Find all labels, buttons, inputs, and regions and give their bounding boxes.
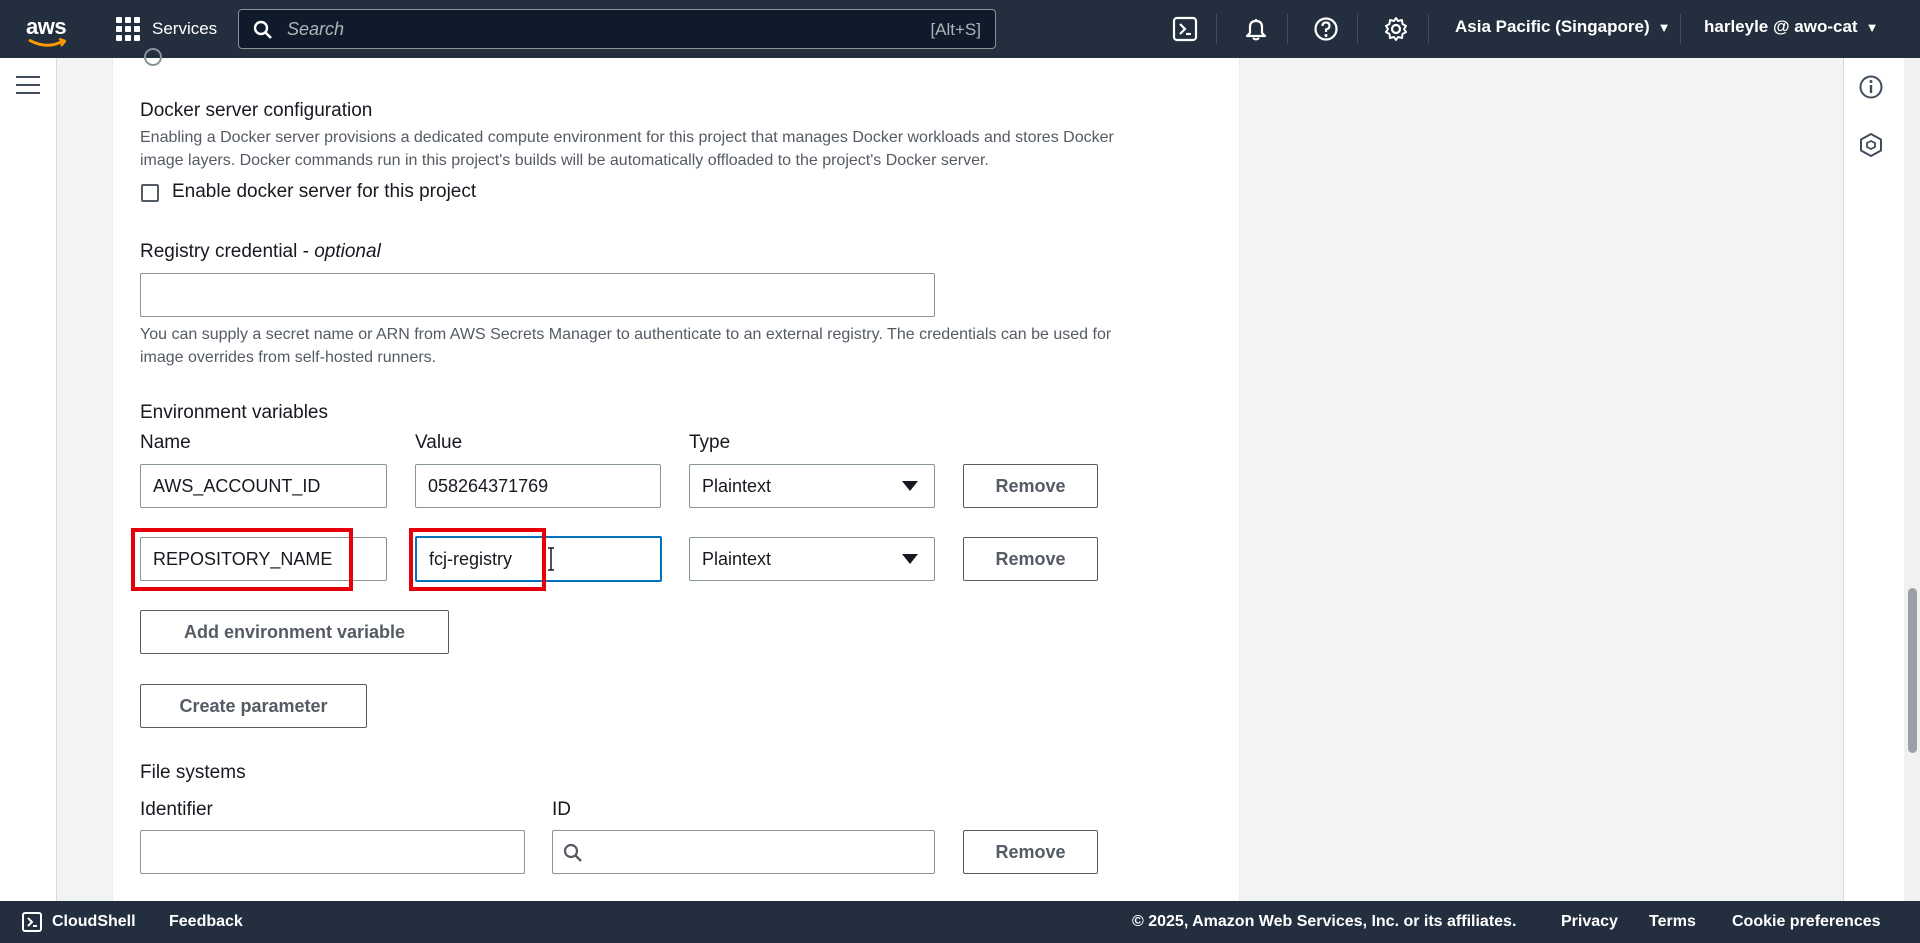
grid-icon <box>116 17 140 41</box>
top-navigation-bar: aws Services Search [Alt+S] Asia Pacific… <box>0 0 1920 58</box>
search-shortcut-hint: [Alt+S] <box>930 20 981 39</box>
env-vars-heading: Environment variables <box>140 402 328 423</box>
registry-label: Registry credential - optional <box>140 241 381 262</box>
docker-heading: Docker server configuration <box>140 100 373 121</box>
caret-down-icon <box>902 554 918 564</box>
aws-logo-text: aws <box>26 14 67 39</box>
terms-link[interactable]: Terms <box>1649 913 1696 931</box>
info-icon[interactable] <box>1858 74 1884 100</box>
docker-description-line2: image layers. Docker commands run in thi… <box>140 152 989 169</box>
optional-label: optional <box>314 241 381 262</box>
registry-label-text: Registry credential <box>140 241 298 262</box>
env-type-column: Type <box>689 432 731 453</box>
copyright-text: © 2025, Amazon Web Services, Inc. or its… <box>1132 913 1517 930</box>
cloudshell-icon[interactable] <box>22 912 42 932</box>
create-parameter-button[interactable]: Create parameter <box>140 684 367 728</box>
identifier-input[interactable] <box>140 830 525 874</box>
divider <box>1357 14 1358 44</box>
env-type-selected: Plaintext <box>702 548 772 569</box>
cloudshell-icon[interactable] <box>1172 16 1198 42</box>
feedback-link[interactable]: Feedback <box>169 913 243 931</box>
caret-down-icon: ▼ <box>1657 20 1671 35</box>
env-name-input[interactable]: REPOSITORY_NAME <box>140 537 387 581</box>
docker-description-line1: Enabling a Docker server provisions a de… <box>140 129 1114 146</box>
env-type-select[interactable]: Plaintext <box>689 537 935 581</box>
caret-down-icon <box>902 481 918 491</box>
registry-credential-input[interactable] <box>140 273 935 317</box>
cookie-preferences-link[interactable]: Cookie preferences <box>1732 913 1881 931</box>
divider <box>1680 14 1681 44</box>
text-cursor-icon <box>548 547 554 571</box>
env-value-column: Value <box>415 432 463 453</box>
search-icon <box>563 843 582 862</box>
radio-button[interactable] <box>144 48 162 66</box>
env-value-input[interactable]: fcj-registry <box>415 536 662 582</box>
env-name-input[interactable]: AWS_ACCOUNT_ID <box>140 464 387 508</box>
enable-docker-checkbox[interactable] <box>141 184 159 202</box>
gear-icon[interactable] <box>1383 16 1409 42</box>
caret-down-icon: ▼ <box>1865 20 1879 35</box>
aws-smile-icon <box>28 38 66 47</box>
file-systems-heading: File systems <box>140 762 246 783</box>
enable-docker-label: Enable docker server for this project <box>172 181 477 202</box>
scrollbar[interactable] <box>1904 58 1920 901</box>
registry-help-line2: image overrides from self-hosted runners… <box>140 349 437 366</box>
divider <box>1216 14 1217 44</box>
remove-env-button[interactable]: Remove <box>963 464 1098 508</box>
remove-filesystem-button[interactable]: Remove <box>963 830 1098 874</box>
id-column: ID <box>552 799 571 820</box>
search-input[interactable]: Search [Alt+S] <box>238 9 996 49</box>
user-label: harleyle @ awo-cat <box>1704 17 1858 36</box>
registry-help-line1: You can supply a secret name or ARN from… <box>140 326 1112 343</box>
account-menu[interactable]: harleyle @ awo-cat ▼ <box>1704 17 1878 37</box>
search-icon <box>253 20 272 39</box>
scrollbar-thumb[interactable] <box>1908 588 1917 753</box>
region-selector[interactable]: Asia Pacific (Singapore) ▼ <box>1455 17 1671 37</box>
bell-icon[interactable] <box>1243 16 1269 42</box>
services-menu-button[interactable]: Services <box>116 15 217 43</box>
divider <box>1287 14 1288 44</box>
env-value-input[interactable]: 058264371769 <box>415 464 661 508</box>
add-env-variable-button[interactable]: Add environment variable <box>140 610 449 654</box>
region-label: Asia Pacific (Singapore) <box>1455 17 1650 36</box>
privacy-link[interactable]: Privacy <box>1561 913 1618 931</box>
env-name-column: Name <box>140 432 191 453</box>
help-icon[interactable] <box>1313 16 1339 42</box>
footer: CloudShell Feedback © 2025, Amazon Web S… <box>0 901 1920 943</box>
search-placeholder: Search <box>287 19 345 39</box>
cube-icon[interactable] <box>1858 132 1884 158</box>
env-type-selected: Plaintext <box>702 475 772 496</box>
cloudshell-link[interactable]: CloudShell <box>52 913 136 931</box>
side-navigation <box>0 58 57 901</box>
services-label: Services <box>152 19 218 38</box>
remove-env-button[interactable]: Remove <box>963 537 1098 581</box>
aws-logo[interactable]: aws <box>22 12 72 47</box>
menu-icon[interactable] <box>16 76 40 94</box>
id-search-input[interactable] <box>552 830 935 874</box>
divider <box>1428 14 1429 44</box>
env-type-select[interactable]: Plaintext <box>689 464 935 508</box>
identifier-column: Identifier <box>140 799 213 820</box>
